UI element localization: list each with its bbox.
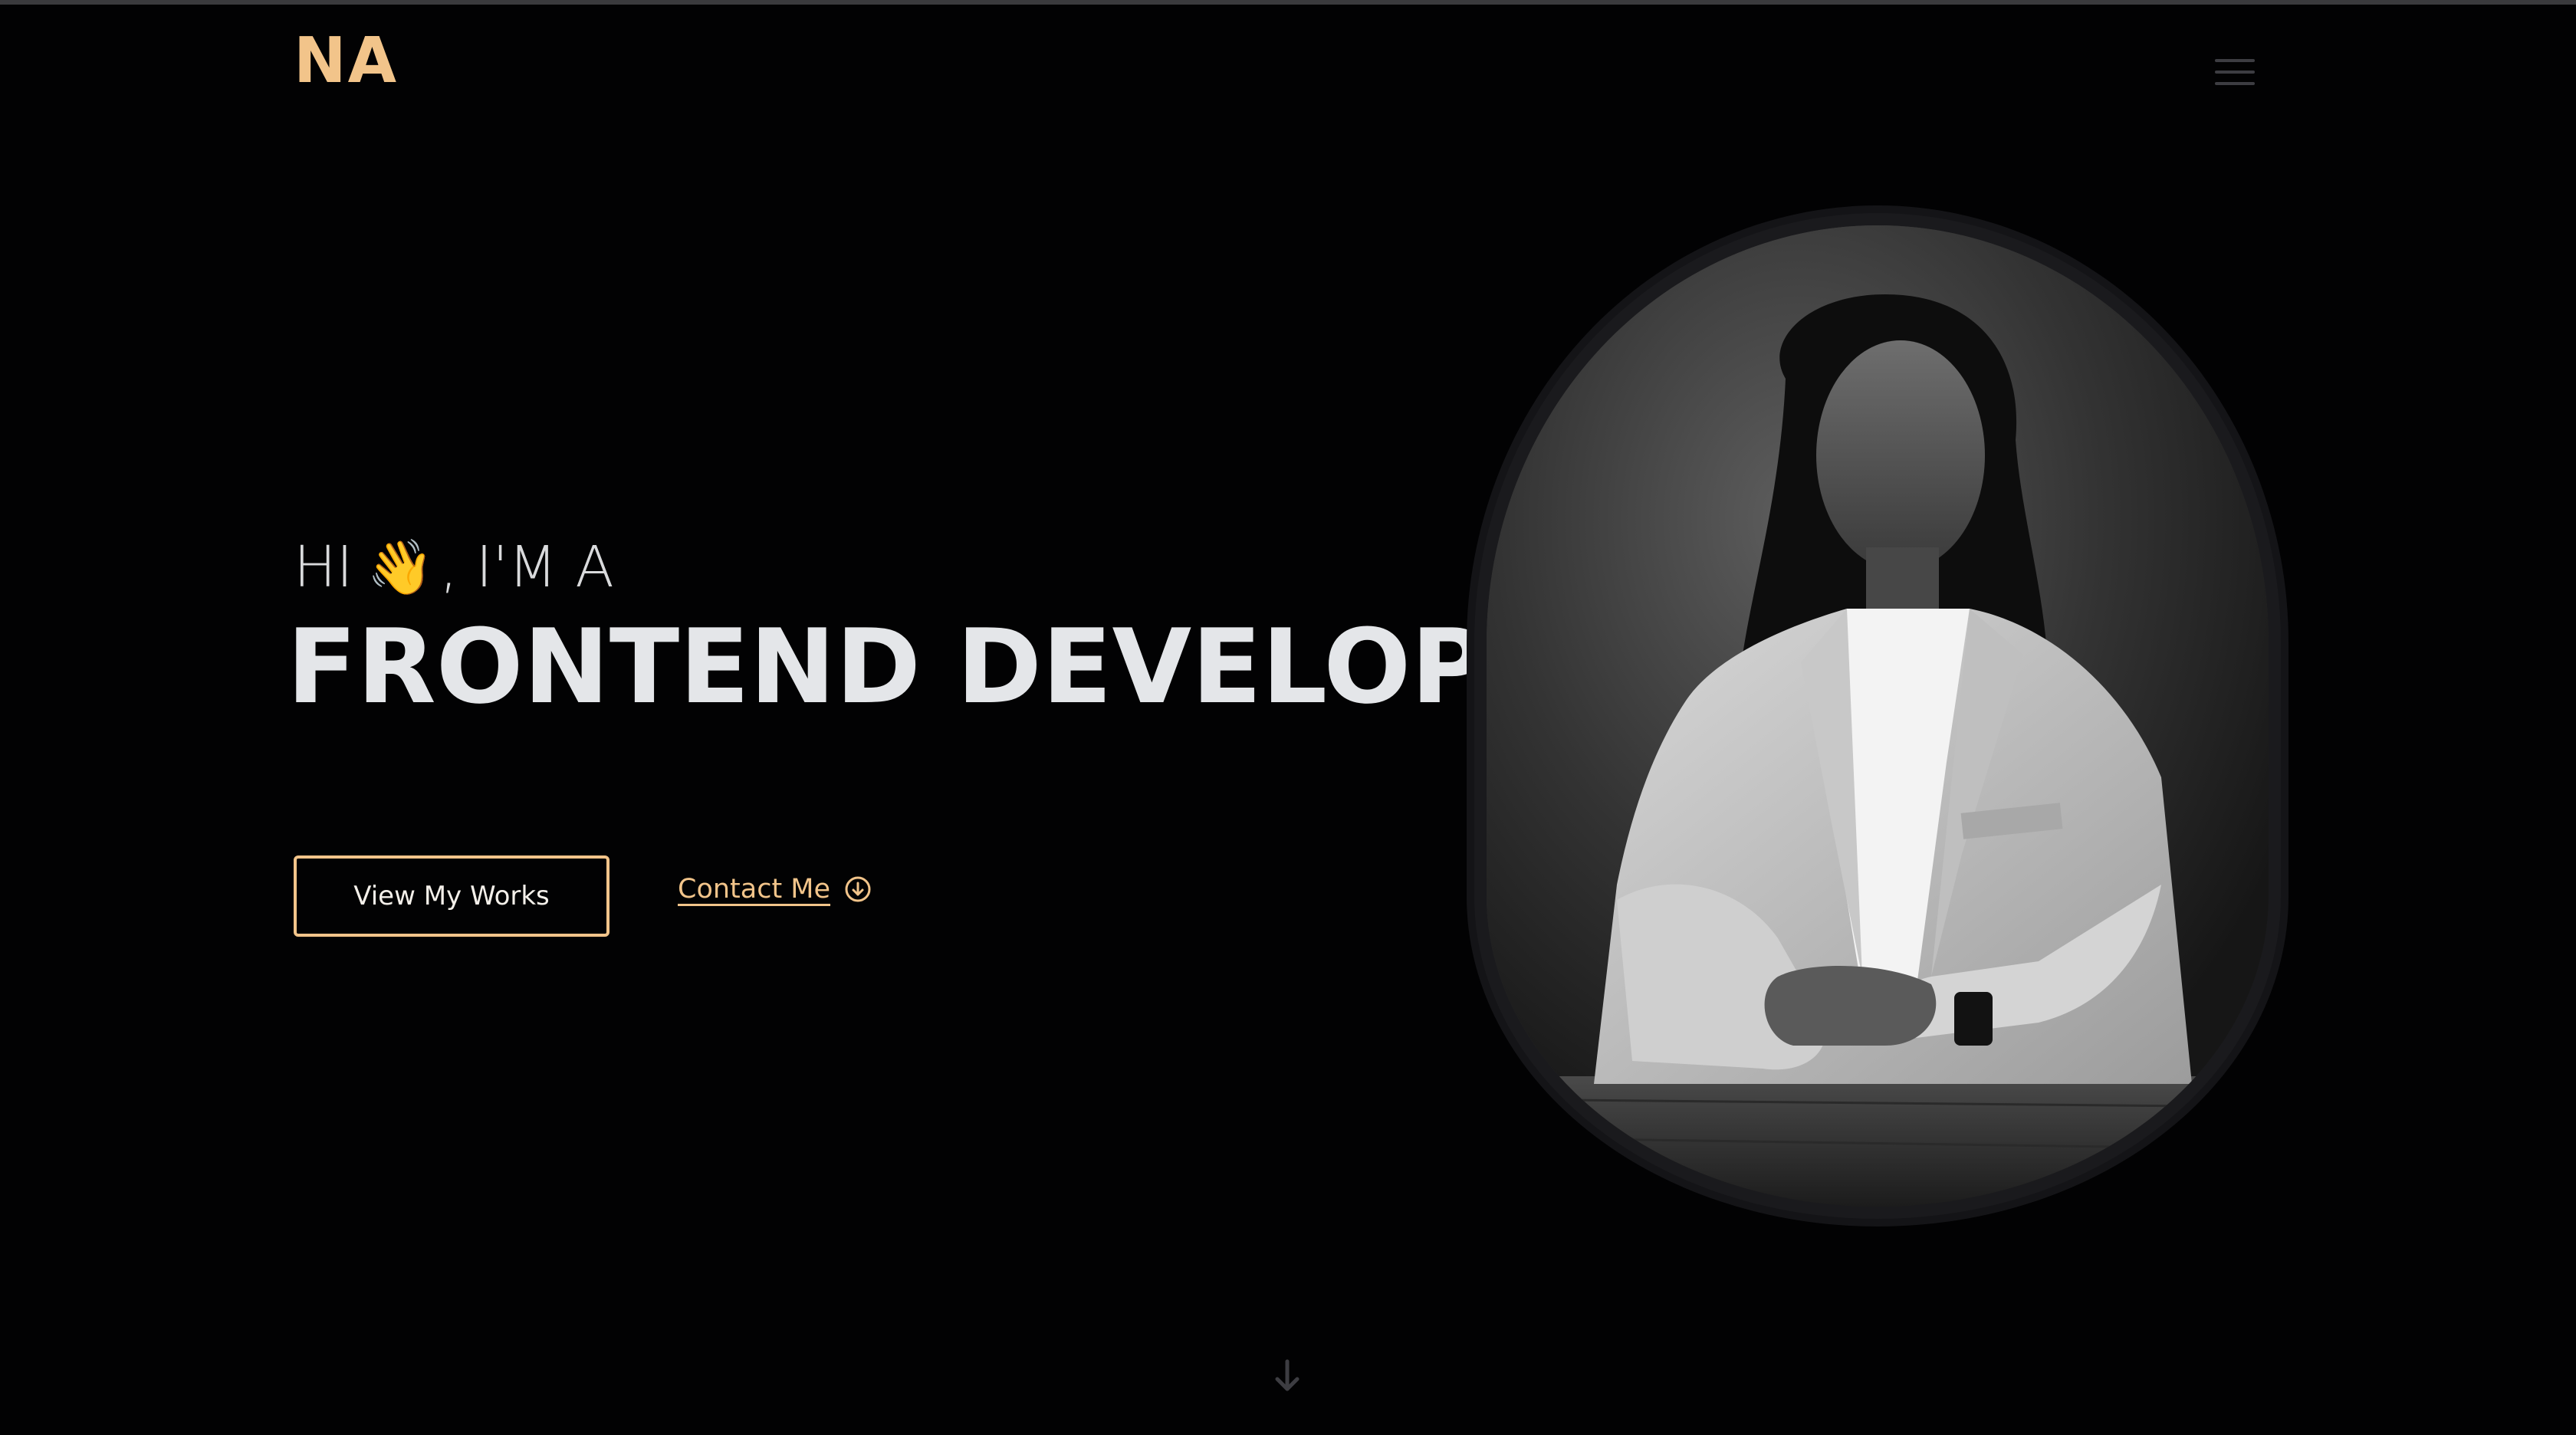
waving-hand-icon: 👋 (366, 536, 434, 599)
arrow-down-circle-icon (845, 876, 871, 902)
menu-bar (2215, 71, 2255, 74)
hamburger-menu-icon[interactable] (2212, 52, 2258, 92)
hero-headline: FRONTEND DEVELOPER (287, 607, 1636, 727)
profile-portrait-frame (1474, 213, 2281, 1219)
contact-me-link[interactable]: Contact Me (678, 874, 872, 905)
hero-greeting: HI 👋 , I'M A (294, 529, 614, 606)
arrow-down-icon[interactable] (1271, 1357, 1303, 1395)
greeting-prefix: HI (294, 534, 353, 600)
greeting-suffix: , I'M A (439, 534, 614, 600)
contact-me-label: Contact Me (678, 874, 831, 905)
view-my-works-button[interactable]: View My Works (294, 855, 610, 937)
menu-bar (2215, 82, 2255, 85)
profile-photo (1487, 225, 2269, 1207)
top-rule (0, 0, 2576, 5)
menu-bar (2215, 59, 2255, 62)
portrait-illustration (1487, 225, 2269, 1207)
logo[interactable]: NA (294, 23, 398, 100)
